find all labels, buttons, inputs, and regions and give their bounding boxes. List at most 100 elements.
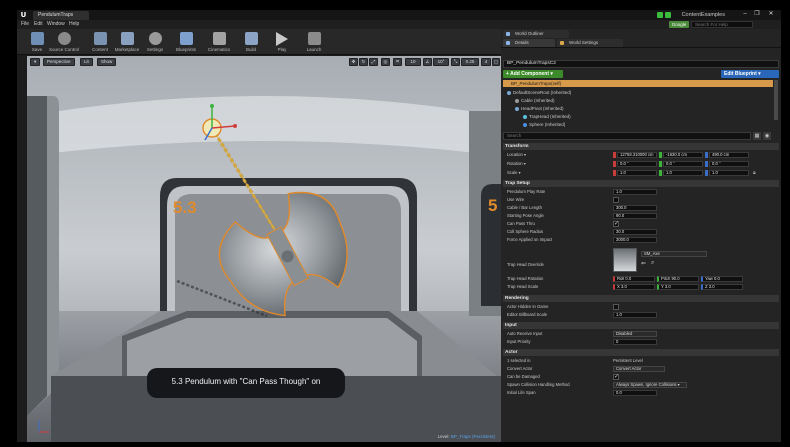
- scale-mode-icon[interactable]: ⤢: [369, 58, 378, 66]
- tab-world-outliner[interactable]: World Outliner: [503, 30, 569, 38]
- toolbar-blueprints-button[interactable]: Blueprints: [172, 31, 200, 54]
- can-be-damaged-checkbox[interactable]: [613, 373, 619, 380]
- component-tree-scrollbar[interactable]: [774, 80, 778, 120]
- rotation-snap-icon[interactable]: ∠: [423, 58, 432, 66]
- prop-label[interactable]: Trap Head Scale: [507, 283, 538, 290]
- toolbar-cinematics-button[interactable]: Cinematics: [205, 31, 233, 54]
- mesh-dropdown[interactable]: SM_Axe: [641, 251, 707, 257]
- menu-file[interactable]: File: [21, 21, 29, 28]
- toolbar-build-button[interactable]: Build: [237, 31, 265, 54]
- scale-snap-value[interactable]: 0.25: [461, 58, 479, 66]
- auto-receive-input-dropdown[interactable]: Disabled: [613, 331, 657, 337]
- minimize-button[interactable]: –: [739, 10, 751, 19]
- menu-window[interactable]: Window: [47, 21, 65, 28]
- rotation-snap-value[interactable]: 10°: [433, 58, 449, 66]
- coll-sphere-radius-field[interactable]: 30.0: [613, 229, 657, 235]
- show-button[interactable]: Show: [97, 58, 117, 66]
- component-tree-item[interactable]: DefaultSceneRoot (Inherited): [507, 89, 571, 96]
- grid-snap-value[interactable]: 10: [405, 58, 421, 66]
- component-tree-item[interactable]: Sphere (Inherited): [523, 121, 565, 128]
- google-badge[interactable]: Google: [669, 21, 689, 28]
- section-actor[interactable]: Actor: [503, 349, 779, 356]
- section-input[interactable]: Input: [503, 322, 779, 329]
- maximize-button[interactable]: ❐: [751, 10, 763, 19]
- pendulum-play-rate-field[interactable]: 1.0: [613, 189, 657, 195]
- rotation-label[interactable]: Rotation ▾: [507, 160, 526, 167]
- notification-icon[interactable]: [665, 12, 671, 18]
- head-pitch-field[interactable]: Pitch 90.0: [657, 276, 699, 282]
- toolbar-source-control-button[interactable]: Source Control: [49, 31, 79, 54]
- source-status-icon[interactable]: [657, 12, 663, 18]
- location-x-field[interactable]: 12758.310000 cm: [617, 152, 657, 158]
- tree-label: Cable (Inherited): [521, 98, 555, 103]
- maximize-viewport-icon[interactable]: ▢: [492, 58, 500, 66]
- close-button[interactable]: ✕: [765, 10, 777, 19]
- mesh-thumbnail[interactable]: [613, 248, 637, 272]
- component-tree-item[interactable]: Cable (Inherited): [515, 97, 555, 104]
- scale-x-field[interactable]: 1.0: [617, 170, 657, 176]
- prop-label: Actor Hidden In Game: [507, 304, 549, 309]
- component-self-row[interactable]: BP_PendulumTraps(self): [503, 80, 773, 87]
- eye-icon[interactable]: ◉: [763, 132, 771, 140]
- browse-icon[interactable]: ⌕: [651, 260, 654, 267]
- tab-details[interactable]: Details: [503, 39, 555, 47]
- view-mode-lit-button[interactable]: Lit: [80, 58, 93, 66]
- toolbar-settings-button[interactable]: Settings: [141, 31, 169, 54]
- property-matrix-icon[interactable]: ▦: [753, 132, 761, 140]
- unreal-logo-icon[interactable]: U: [19, 11, 28, 19]
- rotation-x-field[interactable]: 0.0 °: [617, 161, 657, 167]
- details-search-input[interactable]: Search: [503, 132, 751, 140]
- head-roll-field[interactable]: Roll 0.0: [613, 276, 655, 282]
- component-tree-item[interactable]: HeadPivot (Inherited): [515, 105, 564, 112]
- starting-angle-field[interactable]: 90.0: [613, 213, 657, 219]
- toolbar-play-button[interactable]: Play: [268, 31, 296, 54]
- can-pass-thru-checkbox[interactable]: [613, 220, 619, 227]
- initial-life-span-field[interactable]: 0.0: [613, 390, 657, 396]
- section-rendering[interactable]: Rendering: [503, 295, 779, 302]
- prop-label[interactable]: Trap Head Rotation: [507, 275, 543, 282]
- level-tab[interactable]: PendulumTraps: [33, 11, 89, 20]
- translate-mode-icon[interactable]: ✥: [349, 58, 358, 66]
- perspective-button[interactable]: Perspective: [43, 58, 75, 66]
- scale-z-field[interactable]: 1.0: [709, 170, 749, 176]
- actor-name-field[interactable]: BP_PendulumTrapsC2: [503, 60, 779, 68]
- menu-edit[interactable]: Edit: [34, 21, 43, 28]
- spawn-collision-dropdown[interactable]: Always Spawn, Ignore Collisions ▾: [613, 382, 687, 388]
- scale-label[interactable]: Scale ▾: [507, 169, 521, 176]
- location-z-field[interactable]: 490.0 cm: [709, 152, 749, 158]
- head-scale-z-field[interactable]: Z 3.0: [701, 284, 743, 290]
- rotation-z-field[interactable]: 0.0 °: [709, 161, 749, 167]
- edit-blueprint-button[interactable]: Edit Blueprint ▾: [721, 70, 779, 78]
- component-tree-item[interactable]: TrapHead (Inherited): [523, 113, 571, 120]
- actor-hidden-checkbox[interactable]: [613, 304, 619, 310]
- surface-snap-icon[interactable]: ⌗: [393, 58, 402, 66]
- head-scale-x-field[interactable]: X 3.0: [613, 284, 655, 290]
- section-trap-setup[interactable]: Trap Setup: [503, 180, 779, 187]
- help-search-input[interactable]: Search For Help: [691, 21, 753, 28]
- world-local-icon[interactable]: ◎: [381, 58, 390, 66]
- rotate-mode-icon[interactable]: ↻: [359, 58, 368, 66]
- lock-icon[interactable]: 🔒︎: [753, 170, 756, 176]
- level-viewport[interactable]: ▾ Perspective Lit Show ✥ ↻ ⤢ ◎ ⌗ 10 ∠ 10…: [27, 56, 501, 442]
- viewport-options-button[interactable]: ▾: [30, 58, 41, 66]
- location-y-field[interactable]: -1630.0 cm: [663, 152, 703, 158]
- camera-speed-value[interactable]: 4: [481, 58, 491, 66]
- impact-force-field[interactable]: 3000.0: [613, 237, 657, 243]
- input-priority-field[interactable]: 0: [613, 339, 657, 345]
- use-wire-checkbox[interactable]: [613, 197, 619, 203]
- cable-length-field[interactable]: 300.0: [613, 205, 657, 211]
- billboard-scale-field[interactable]: 1.0: [613, 312, 657, 318]
- scale-y-field[interactable]: 1.0: [663, 170, 703, 176]
- location-label[interactable]: Location ▾: [507, 151, 526, 158]
- head-scale-y-field[interactable]: Y 3.0: [657, 284, 699, 290]
- tab-world-settings[interactable]: World Settings: [557, 39, 623, 47]
- convert-actor-dropdown[interactable]: Convert Actor: [613, 366, 665, 372]
- head-yaw-field[interactable]: Yaw 0.0: [701, 276, 743, 282]
- toolbar-launch-button[interactable]: Launch: [300, 31, 328, 54]
- rotation-y-field[interactable]: 0.0 °: [663, 161, 703, 167]
- scale-snap-icon[interactable]: ⤡: [451, 58, 460, 66]
- add-component-button[interactable]: + Add Component ▾: [503, 70, 563, 78]
- section-transform[interactable]: Transform: [503, 143, 779, 150]
- menu-help[interactable]: Help: [69, 21, 79, 28]
- use-selected-icon[interactable]: ⇐: [641, 260, 646, 267]
